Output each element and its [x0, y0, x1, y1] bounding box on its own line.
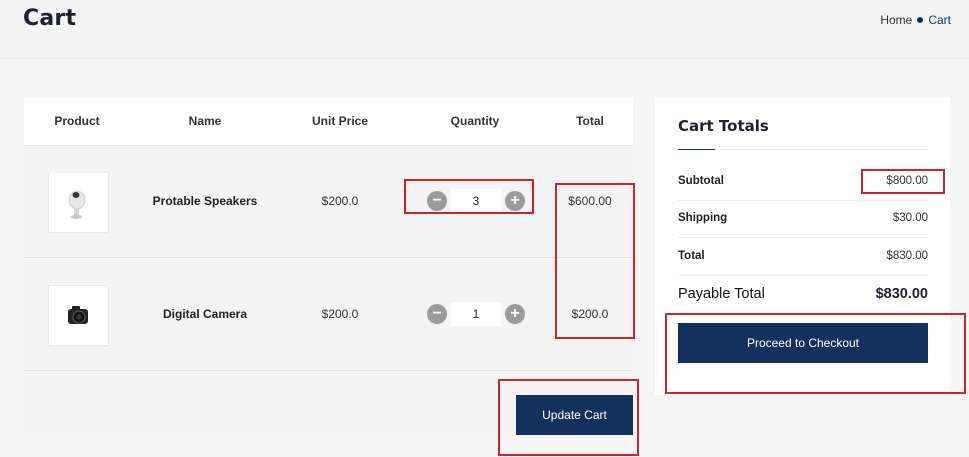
row-total: $200.0 [571, 307, 609, 321]
table-row: Digital Camera $200.0 − 1 + $200.0 [24, 258, 633, 371]
proceed-to-checkout-button[interactable]: Proceed to Checkout [678, 323, 928, 363]
product-name: Digital Camera [162, 307, 248, 321]
subtotal-row: Subtotal $800.00 [678, 163, 928, 201]
table-row: Protable Speakers $200.0 − 3 + $600.00 [24, 145, 633, 258]
subtotal-value: $800.00 [886, 175, 928, 187]
cart-table: Product Name Unit Price Quantity Total P… [24, 97, 633, 437]
column-header-name: Name [188, 114, 222, 128]
breadcrumb: Home Cart [880, 13, 951, 27]
quantity-stepper: − 1 + [427, 302, 525, 326]
product-name: Protable Speakers [152, 194, 258, 208]
table-header: Product Name Unit Price Quantity Total [24, 97, 633, 146]
increase-quantity-button[interactable]: + [505, 191, 525, 211]
cart-totals-panel: Cart Totals Subtotal $800.00 Shipping $3… [655, 97, 950, 395]
quantity-input[interactable]: 1 [451, 302, 501, 326]
page-header: Cart Home Cart [0, 0, 969, 59]
total-value: $830.00 [886, 250, 928, 262]
column-header-quantity: Quantity [450, 114, 500, 128]
title-underline [678, 149, 715, 150]
row-total: $600.00 [568, 194, 612, 208]
total-row: Total $830.00 [678, 238, 928, 276]
cart-totals-title: Cart Totals [678, 117, 769, 135]
decrease-quantity-button[interactable]: − [427, 191, 447, 211]
decrease-quantity-button[interactable]: − [427, 304, 447, 324]
shipping-row: Shipping $30.00 [678, 200, 928, 238]
unit-price: $200.0 [321, 307, 359, 321]
total-label: Total [678, 250, 705, 262]
breadcrumb-current: Cart [928, 13, 951, 27]
subtotal-label: Subtotal [678, 175, 724, 187]
payable-total-label: Payable Total [678, 286, 765, 302]
quantity-input[interactable]: 3 [451, 189, 501, 213]
column-header-total: Total [576, 114, 604, 128]
shipping-value: $30.00 [892, 212, 928, 224]
breadcrumb-home-link[interactable]: Home [880, 13, 912, 27]
increase-quantity-button[interactable]: + [505, 304, 525, 324]
breadcrumb-separator-icon [917, 17, 924, 23]
column-header-unit-price: Unit Price [311, 114, 369, 128]
divider [678, 149, 928, 150]
unit-price: $200.0 [321, 194, 359, 208]
speaker-icon [68, 190, 86, 219]
camera-icon [68, 306, 88, 324]
update-cart-button[interactable]: Update Cart [516, 395, 633, 435]
payable-total-row: Payable Total $830.00 [678, 276, 928, 313]
quantity-stepper: − 3 + [427, 189, 525, 213]
shipping-label: Shipping [678, 212, 728, 224]
payable-total-value: $830.00 [875, 286, 928, 302]
column-header-product: Product [54, 114, 100, 128]
page-title: Cart [23, 6, 77, 31]
product-image[interactable] [48, 172, 109, 233]
product-image[interactable] [48, 285, 109, 346]
